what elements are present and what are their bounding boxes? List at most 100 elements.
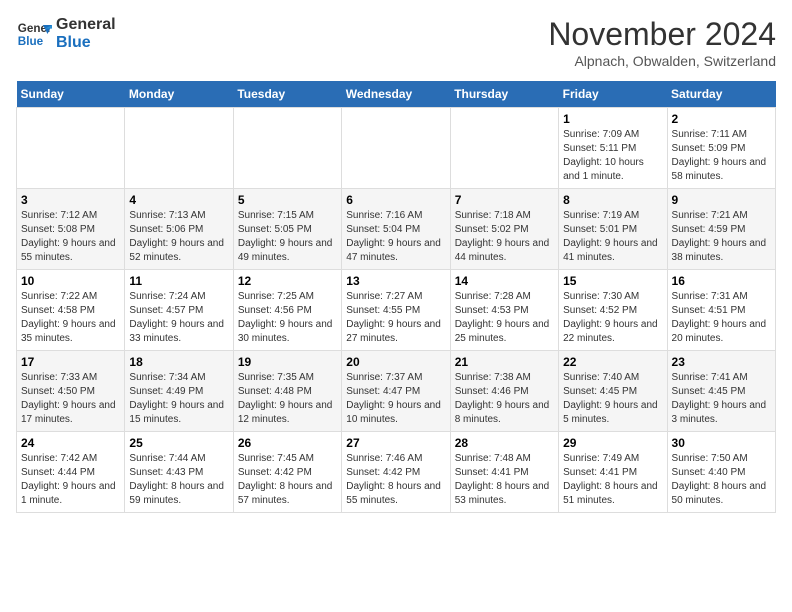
calendar-cell: 19Sunrise: 7:35 AM Sunset: 4:48 PM Dayli…: [233, 351, 341, 432]
day-info: Sunrise: 7:49 AM Sunset: 4:41 PM Dayligh…: [563, 452, 662, 508]
calendar-cell: 22Sunrise: 7:40 AM Sunset: 4:45 PM Dayli…: [559, 351, 667, 432]
calendar-cell: 12Sunrise: 7:25 AM Sunset: 4:56 PM Dayli…: [233, 270, 341, 351]
calendar-cell: 3 Sunrise: 7:12 AM Sunset: 5:08 PM Daylig…: [17, 189, 125, 270]
day-info: Sunrise: 7:42 AM Sunset: 4:44 PM Dayligh…: [21, 452, 120, 508]
column-header-tuesday: Tuesday: [233, 81, 341, 108]
calendar-cell: 1 Sunrise: 7:09 AM Sunset: 5:11 PM Daylig…: [559, 108, 667, 189]
day-number: 10: [21, 274, 120, 288]
svg-text:Blue: Blue: [18, 35, 44, 48]
logo-icon: General Blue: [16, 16, 52, 52]
day-info: Sunrise: 7:21 AM Sunset: 4:59 PM Dayligh…: [672, 209, 771, 265]
calendar-cell: 9 Sunrise: 7:21 AM Sunset: 4:59 PM Daylig…: [667, 189, 775, 270]
day-number: 29: [563, 436, 662, 450]
calendar-cell: 18 Sunrise: 7:34 AM Sunset: 4:49 PM Dayli…: [125, 351, 233, 432]
calendar-cell: 23Sunrise: 7:41 AM Sunset: 4:45 PM Dayli…: [667, 351, 775, 432]
calendar-cell: 17Sunrise: 7:33 AM Sunset: 4:50 PM Dayli…: [17, 351, 125, 432]
column-header-sunday: Sunday: [17, 81, 125, 108]
day-number: 13: [346, 274, 445, 288]
calendar-cell: 6Sunrise: 7:16 AM Sunset: 5:04 PM Daylig…: [342, 189, 450, 270]
calendar-cell: 2 Sunrise: 7:11 AM Sunset: 5:09 PM Daylig…: [667, 108, 775, 189]
calendar-cell: 20 Sunrise: 7:37 AM Sunset: 4:47 PM Dayli…: [342, 351, 450, 432]
calendar-cell: 15 Sunrise: 7:30 AM Sunset: 4:52 PM Dayli…: [559, 270, 667, 351]
day-info: Sunrise: 7:46 AM Sunset: 4:42 PM Dayligh…: [346, 452, 445, 508]
day-info: Sunrise: 7:50 AM Sunset: 4:40 PM Dayligh…: [672, 452, 771, 508]
day-number: 11: [129, 274, 228, 288]
day-info: Sunrise: 7:22 AM Sunset: 4:58 PM Dayligh…: [21, 290, 120, 346]
day-info: Sunrise: 7:19 AM Sunset: 5:01 PM Dayligh…: [563, 209, 662, 265]
day-number: 24: [21, 436, 120, 450]
day-number: 26: [238, 436, 337, 450]
day-info: Sunrise: 7:12 AM Sunset: 5:08 PM Dayligh…: [21, 209, 120, 265]
day-number: 28: [455, 436, 554, 450]
day-info: Sunrise: 7:15 AM Sunset: 5:05 PM Dayligh…: [238, 209, 337, 265]
day-number: 4: [129, 193, 228, 207]
day-info: Sunrise: 7:13 AM Sunset: 5:06 PM Dayligh…: [129, 209, 228, 265]
column-header-friday: Friday: [559, 81, 667, 108]
day-info: Sunrise: 7:28 AM Sunset: 4:53 PM Dayligh…: [455, 290, 554, 346]
column-header-monday: Monday: [125, 81, 233, 108]
calendar-cell: 29 Sunrise: 7:49 AM Sunset: 4:41 PM Dayli…: [559, 432, 667, 513]
day-number: 14: [455, 274, 554, 288]
calendar-cell: 8Sunrise: 7:19 AM Sunset: 5:01 PM Daylig…: [559, 189, 667, 270]
calendar-table: SundayMondayTuesdayWednesdayThursdayFrid…: [16, 81, 776, 513]
calendar-week-2: 3 Sunrise: 7:12 AM Sunset: 5:08 PM Daylig…: [17, 189, 776, 270]
calendar-cell: 24 Sunrise: 7:42 AM Sunset: 4:44 PM Dayli…: [17, 432, 125, 513]
day-info: Sunrise: 7:24 AM Sunset: 4:57 PM Dayligh…: [129, 290, 228, 346]
calendar-body: 1 Sunrise: 7:09 AM Sunset: 5:11 PM Daylig…: [17, 108, 776, 513]
day-number: 7: [455, 193, 554, 207]
calendar-cell: 26 Sunrise: 7:45 AM Sunset: 4:42 PM Dayli…: [233, 432, 341, 513]
calendar-week-4: 17Sunrise: 7:33 AM Sunset: 4:50 PM Dayli…: [17, 351, 776, 432]
day-number: 30: [672, 436, 771, 450]
day-number: 1: [563, 112, 662, 126]
day-number: 27: [346, 436, 445, 450]
day-number: 21: [455, 355, 554, 369]
calendar-week-5: 24 Sunrise: 7:42 AM Sunset: 4:44 PM Dayli…: [17, 432, 776, 513]
calendar-cell: 11 Sunrise: 7:24 AM Sunset: 4:57 PM Dayli…: [125, 270, 233, 351]
calendar-header-row: SundayMondayTuesdayWednesdayThursdayFrid…: [17, 81, 776, 108]
logo-line1: General: [56, 16, 116, 34]
day-number: 23: [672, 355, 771, 369]
day-number: 20: [346, 355, 445, 369]
day-number: 16: [672, 274, 771, 288]
calendar-cell: 27 Sunrise: 7:46 AM Sunset: 4:42 PM Dayli…: [342, 432, 450, 513]
calendar-cell: [17, 108, 125, 189]
day-info: Sunrise: 7:34 AM Sunset: 4:49 PM Dayligh…: [129, 371, 228, 427]
calendar-cell: 7 Sunrise: 7:18 AM Sunset: 5:02 PM Daylig…: [450, 189, 558, 270]
calendar-cell: 14 Sunrise: 7:28 AM Sunset: 4:53 PM Dayli…: [450, 270, 558, 351]
logo-line2: Blue: [56, 34, 116, 52]
day-info: Sunrise: 7:25 AM Sunset: 4:56 PM Dayligh…: [238, 290, 337, 346]
day-number: 17: [21, 355, 120, 369]
calendar-cell: [125, 108, 233, 189]
day-info: Sunrise: 7:16 AM Sunset: 5:04 PM Dayligh…: [346, 209, 445, 265]
calendar-cell: 16 Sunrise: 7:31 AM Sunset: 4:51 PM Dayli…: [667, 270, 775, 351]
calendar-cell: 30 Sunrise: 7:50 AM Sunset: 4:40 PM Dayli…: [667, 432, 775, 513]
calendar-cell: 13 Sunrise: 7:27 AM Sunset: 4:55 PM Dayli…: [342, 270, 450, 351]
day-info: Sunrise: 7:37 AM Sunset: 4:47 PM Dayligh…: [346, 371, 445, 427]
column-header-saturday: Saturday: [667, 81, 775, 108]
calendar-cell: 5 Sunrise: 7:15 AM Sunset: 5:05 PM Daylig…: [233, 189, 341, 270]
day-info: Sunrise: 7:30 AM Sunset: 4:52 PM Dayligh…: [563, 290, 662, 346]
logo: General Blue General Blue: [16, 16, 116, 52]
day-info: Sunrise: 7:09 AM Sunset: 5:11 PM Dayligh…: [563, 128, 662, 184]
calendar-cell: 28 Sunrise: 7:48 AM Sunset: 4:41 PM Dayli…: [450, 432, 558, 513]
calendar-cell: [450, 108, 558, 189]
day-info: Sunrise: 7:18 AM Sunset: 5:02 PM Dayligh…: [455, 209, 554, 265]
day-info: Sunrise: 7:40 AM Sunset: 4:45 PM Dayligh…: [563, 371, 662, 427]
header: General Blue General Blue November 2024 …: [16, 16, 776, 69]
day-info: Sunrise: 7:45 AM Sunset: 4:42 PM Dayligh…: [238, 452, 337, 508]
day-number: 5: [238, 193, 337, 207]
title-section: November 2024 Alpnach, Obwalden, Switzer…: [548, 16, 776, 69]
day-info: Sunrise: 7:27 AM Sunset: 4:55 PM Dayligh…: [346, 290, 445, 346]
day-info: Sunrise: 7:11 AM Sunset: 5:09 PM Dayligh…: [672, 128, 771, 184]
day-number: 2: [672, 112, 771, 126]
day-number: 3: [21, 193, 120, 207]
day-number: 19: [238, 355, 337, 369]
column-header-thursday: Thursday: [450, 81, 558, 108]
day-info: Sunrise: 7:31 AM Sunset: 4:51 PM Dayligh…: [672, 290, 771, 346]
day-number: 9: [672, 193, 771, 207]
calendar-cell: [342, 108, 450, 189]
day-number: 18: [129, 355, 228, 369]
column-header-wednesday: Wednesday: [342, 81, 450, 108]
day-info: Sunrise: 7:48 AM Sunset: 4:41 PM Dayligh…: [455, 452, 554, 508]
day-number: 15: [563, 274, 662, 288]
